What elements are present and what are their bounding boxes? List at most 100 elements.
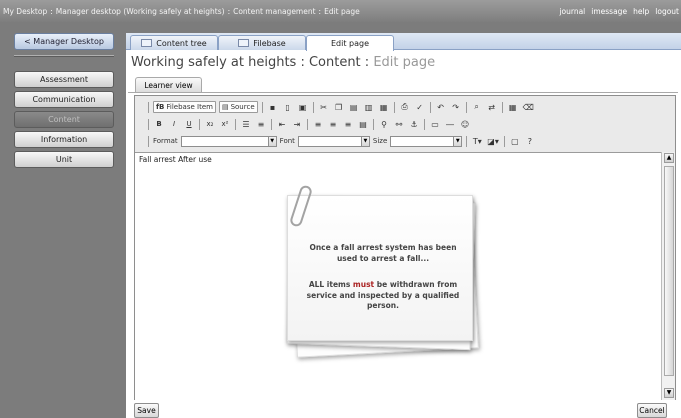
content-heading-after-use: After use <box>175 155 212 164</box>
anchor-icon[interactable]: ⚓ <box>408 118 420 130</box>
remove-format-icon[interactable]: ⌫ <box>522 101 535 113</box>
toolbar-separator <box>261 101 263 113</box>
horizontal-rule-icon[interactable]: ― <box>444 118 456 130</box>
link-icon[interactable]: ⚲ <box>378 118 390 130</box>
undo-icon[interactable]: ↶ <box>435 101 447 113</box>
italic-icon[interactable]: I <box>168 118 180 130</box>
size-select[interactable]: ▼ <box>390 135 463 147</box>
justify-icon[interactable]: ▤ <box>357 118 369 130</box>
toolbar-separator <box>235 118 236 130</box>
breadcrumb-separator: : <box>227 6 231 16</box>
manager-desktop-button[interactable]: < Manager Desktop <box>14 33 114 50</box>
breadcrumb-my-desktop[interactable]: My Desktop <box>3 7 47 16</box>
breadcrumb-content-management[interactable]: Content management <box>233 7 315 16</box>
toolbar-separator <box>393 101 395 113</box>
tab-content-tree[interactable]: Content tree <box>130 35 218 50</box>
toolbar-separator <box>148 135 149 147</box>
spellcheck-icon[interactable]: ✓ <box>414 101 426 113</box>
subscript-icon[interactable]: x₂ <box>204 118 216 130</box>
tab-label: Edit page <box>330 39 369 48</box>
imessage-link[interactable]: imessage <box>591 7 627 16</box>
print-icon[interactable]: ⎙ <box>399 101 411 113</box>
toolbar-separator <box>307 118 308 130</box>
source-button[interactable]: ▤ Source <box>218 101 258 113</box>
scroll-up-button[interactable]: ▲ <box>664 153 674 163</box>
image-icon[interactable]: ▭ <box>429 118 441 130</box>
special-char-icon[interactable]: ☺ <box>459 118 471 130</box>
nav-unit-button[interactable]: Unit <box>14 151 114 168</box>
note-text-line-2: ALL items must be withdrawn from service… <box>303 280 463 312</box>
tab-filebase[interactable]: Filebase <box>218 35 306 50</box>
align-center-icon[interactable]: ≡ <box>327 118 339 130</box>
scroll-thumb[interactable] <box>664 166 674 376</box>
nav-information-button[interactable]: Information <box>14 131 114 148</box>
toolbar-separator <box>424 118 425 130</box>
background-color-icon[interactable]: ◪▾ <box>486 135 500 147</box>
breadcrumb-edit-page: Edit page <box>324 6 360 16</box>
cut-icon[interactable]: ✂ <box>318 101 330 113</box>
nav-communication-button[interactable]: Communication <box>14 91 114 108</box>
bold-icon[interactable]: B <box>153 118 165 130</box>
nav-divider <box>14 55 114 57</box>
left-navigation: < Manager Desktop Assessment Communicati… <box>14 33 118 171</box>
filebase-item-label: Filebase Item <box>166 103 213 111</box>
breadcrumb-separator: : <box>50 6 53 16</box>
about-icon[interactable]: ? <box>524 135 536 147</box>
scroll-down-button[interactable]: ▼ <box>664 388 674 398</box>
toolbar-separator <box>199 118 200 130</box>
source-icon: ▤ <box>221 103 229 111</box>
toolbar-separator <box>312 101 314 113</box>
align-left-icon[interactable]: ≡ <box>312 118 324 130</box>
toolbar-separator <box>148 118 149 130</box>
underline-icon[interactable]: U <box>183 118 195 130</box>
indent-icon[interactable]: ⇥ <box>291 118 303 130</box>
replace-icon[interactable]: ⇄ <box>486 101 498 113</box>
content-heading-fall-arrest: Fall arrest <box>139 155 176 164</box>
paste-text-icon[interactable]: ▥ <box>363 101 375 113</box>
font-select[interactable]: ▼ <box>297 135 370 147</box>
page-title: Working safely at heights : Content : Ed… <box>131 55 435 70</box>
filebase-item-button[interactable]: fB Filebase Item <box>153 101 216 113</box>
paste-word-icon[interactable]: ▦ <box>378 101 390 113</box>
nav-content-button[interactable]: Content <box>14 111 114 128</box>
copy-icon[interactable]: ❐ <box>333 101 345 113</box>
format-label: Format <box>153 137 178 145</box>
note-card-image: Once a fall arrest system has been used … <box>283 184 483 358</box>
find-icon[interactable]: ⌕ <box>471 101 483 113</box>
new-page-icon[interactable]: ▯ <box>282 101 294 113</box>
redo-icon[interactable]: ↷ <box>450 101 462 113</box>
outdent-icon[interactable]: ⇤ <box>276 118 288 130</box>
bulleted-list-icon[interactable]: ≡ <box>255 118 267 130</box>
toolbar-separator <box>271 118 272 130</box>
unlink-icon[interactable]: ⚯ <box>393 118 405 130</box>
preview-icon[interactable]: ▣ <box>297 101 309 113</box>
vertical-scrollbar[interactable]: ▲ ▼ <box>661 152 675 400</box>
format-select[interactable]: ▼ <box>180 135 277 147</box>
editor-content-area[interactable]: Fall arrest After use Once a fall arrest… <box>135 152 661 400</box>
maximize-icon[interactable]: ▢ <box>509 135 521 147</box>
superscript-icon[interactable]: x² <box>219 118 231 130</box>
chevron-down-icon: ▼ <box>267 136 276 146</box>
logout-link[interactable]: logout <box>655 7 679 16</box>
toolbar-row-1: fB Filebase Item ▤ Source ▪ ▯ ▣ ✂ ❐ ▤ ▥ ▦ … <box>147 100 535 114</box>
align-right-icon[interactable]: ≡ <box>342 118 354 130</box>
divider <box>128 92 678 93</box>
journal-link[interactable]: journal <box>559 7 585 16</box>
cancel-button[interactable]: Cancel <box>637 403 667 418</box>
toolbar-separator <box>466 135 468 147</box>
tab-edit-page[interactable]: Edit page <box>306 35 394 51</box>
help-link[interactable]: help <box>633 7 649 16</box>
toolbar-separator <box>465 101 467 113</box>
toolbar-separator <box>429 101 431 113</box>
breadcrumb-manager-desktop[interactable]: Manager desktop (Working safely at heigh… <box>56 7 225 16</box>
nav-assessment-button[interactable]: Assessment <box>14 71 114 88</box>
numbered-list-icon[interactable]: ☰ <box>240 118 252 130</box>
text-color-icon[interactable]: T▾ <box>471 135 483 147</box>
select-all-icon[interactable]: ▦ <box>507 101 519 113</box>
save-button[interactable]: Save <box>134 403 159 418</box>
learner-view-tab[interactable]: Learner view <box>135 77 202 93</box>
note-text-must: must <box>352 280 375 289</box>
save-icon[interactable]: ▪ <box>267 101 279 113</box>
paste-icon[interactable]: ▤ <box>348 101 360 113</box>
toolbar-separator <box>148 101 149 113</box>
